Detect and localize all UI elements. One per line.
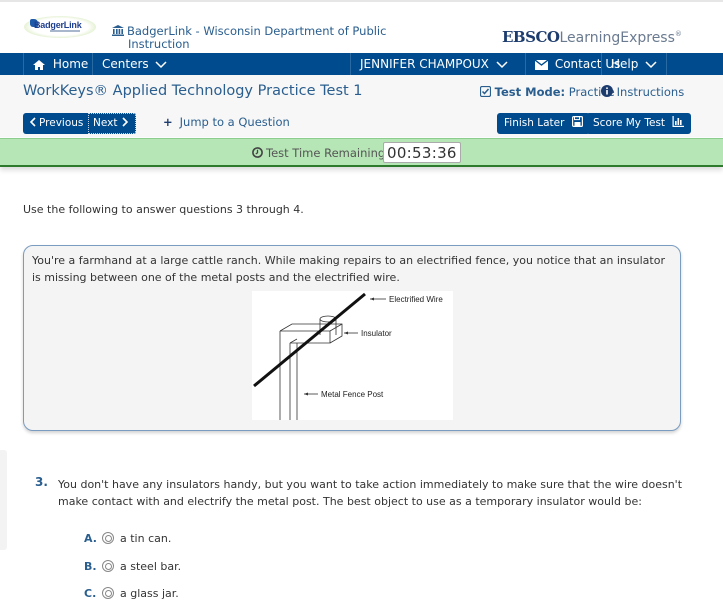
institution-icon bbox=[112, 25, 124, 36]
choice-letter: A. bbox=[84, 532, 97, 545]
question-text: You don't have any insulators handy, but… bbox=[58, 478, 683, 508]
question-number: 3. bbox=[35, 475, 48, 489]
nav-centers-label: Centers bbox=[102, 57, 149, 71]
timer-value: 00:53:36 bbox=[383, 142, 461, 163]
nav-user-menu[interactable]: JENNIFER CHAMPOUX bbox=[350, 53, 517, 75]
test-mode-indicator[interactable]: Test Mode: Practice bbox=[479, 85, 615, 99]
fence-diagram-svg: Electrified Wire Insulator Metal Fence P… bbox=[253, 292, 443, 420]
instructions-label: Instructions bbox=[616, 85, 685, 99]
nav-centers[interactable]: Centers bbox=[92, 53, 176, 75]
logo-subtext bbox=[50, 30, 80, 32]
previous-button[interactable]: Previous bbox=[23, 113, 87, 134]
electrified-wire bbox=[253, 292, 366, 388]
answer-choice-c[interactable]: C. a glass jar. bbox=[84, 585, 179, 600]
info-icon bbox=[601, 85, 613, 97]
badgerlink-logo[interactable]: BadgerLink bbox=[24, 14, 96, 40]
jump-label: Jump to a Question bbox=[179, 115, 290, 129]
jump-to-question-link[interactable]: + Jump to a Question bbox=[163, 115, 290, 129]
radio-button[interactable] bbox=[102, 587, 114, 599]
main-navbar: Home Centers JENNIFER CHAMPOUX Contact U… bbox=[0, 53, 723, 75]
chevron-down-icon bbox=[155, 60, 167, 68]
branding-header: BadgerLink BadgerLink - Wisconsin Depart… bbox=[0, 2, 723, 52]
next-label: Next bbox=[93, 117, 118, 129]
arrow-insulator-head bbox=[344, 331, 348, 335]
ebsco-logo: EBSCOLearningExpress® bbox=[502, 28, 682, 46]
test-header: WorkKeys® Applied Technology Practice Te… bbox=[0, 75, 723, 137]
arrow-wire-head bbox=[370, 297, 374, 301]
institution-line1: BadgerLink - Wisconsin Department of Pub… bbox=[127, 24, 387, 38]
timer-label: Test Time Remaining: bbox=[266, 146, 390, 160]
choice-text: a tin can. bbox=[120, 532, 172, 545]
nav-home-label: Home bbox=[52, 57, 89, 71]
post-arm bbox=[279, 323, 343, 333]
passage-text: You're a farmhand at a large cattle ranc… bbox=[32, 254, 665, 284]
answer-choice-b[interactable]: B. a steel bar. bbox=[84, 558, 181, 574]
passage-box: You're a farmhand at a large cattle ranc… bbox=[23, 245, 681, 431]
timer-label-group: Test Time Remaining: bbox=[252, 146, 389, 160]
side-panel-tab[interactable] bbox=[0, 450, 7, 550]
arrow-post-head bbox=[304, 392, 308, 396]
institution-line2: Instruction bbox=[128, 37, 190, 51]
nav-user-label: JENNIFER CHAMPOUX bbox=[360, 57, 489, 71]
choice-letter: C. bbox=[84, 587, 97, 600]
chevron-down-icon bbox=[496, 60, 508, 68]
page-title: WorkKeys® Applied Technology Practice Te… bbox=[23, 83, 363, 99]
label-electrified-wire: Electrified Wire bbox=[389, 295, 443, 304]
ebsco-logo-light: LearningExpress bbox=[559, 30, 675, 46]
previous-label: Previous bbox=[39, 117, 84, 129]
test-mode-label: Test Mode: bbox=[494, 85, 566, 99]
answer-choice-a[interactable]: A. a tin can. bbox=[84, 530, 171, 546]
fence-diagram: Electrified Wire Insulator Metal Fence P… bbox=[252, 291, 453, 420]
radio-button[interactable] bbox=[102, 532, 114, 544]
institution-name[interactable]: BadgerLink - Wisconsin Department of Pub… bbox=[112, 24, 392, 51]
next-button[interactable]: Next bbox=[88, 113, 136, 134]
nav-help[interactable]: Help bbox=[601, 53, 668, 75]
save-disk-icon bbox=[571, 116, 583, 128]
radio-button[interactable] bbox=[102, 560, 114, 572]
nav-help-label: Help bbox=[611, 57, 639, 71]
chevron-down-icon bbox=[645, 60, 657, 68]
bar-chart-icon bbox=[672, 116, 685, 127]
question-group-instruction: Use the following to answer questions 3 … bbox=[23, 203, 304, 216]
post-arm bbox=[280, 330, 331, 344]
finish-later-label: Finish Later bbox=[504, 117, 565, 129]
finish-later-button[interactable]: Finish Later bbox=[497, 113, 590, 134]
clock-icon bbox=[252, 147, 263, 158]
instructions-link[interactable]: Instructions bbox=[601, 85, 684, 99]
chevron-left-icon bbox=[29, 117, 36, 127]
nav-home[interactable]: Home bbox=[23, 53, 97, 75]
score-my-test-button[interactable]: Score My Test bbox=[586, 113, 692, 134]
home-icon bbox=[33, 59, 45, 70]
choice-text: a glass jar. bbox=[120, 587, 179, 600]
plus-icon: + bbox=[163, 115, 173, 129]
checkbox-checked-icon bbox=[479, 85, 492, 98]
label-insulator: Insulator bbox=[361, 329, 392, 338]
score-label: Score My Test bbox=[593, 117, 666, 129]
pagination-group: Previous Next bbox=[23, 113, 136, 134]
logo-text: BadgerLink bbox=[34, 20, 82, 30]
label-metal-post: Metal Fence Post bbox=[321, 390, 384, 399]
timer-bar: Test Time Remaining: 00:53:36 bbox=[0, 138, 723, 167]
ebsco-logo-bold: EBSCO bbox=[502, 28, 560, 46]
choice-text: a steel bar. bbox=[120, 560, 182, 573]
envelope-icon bbox=[534, 58, 549, 70]
registered-mark: ® bbox=[674, 30, 682, 38]
choice-letter: B. bbox=[84, 560, 97, 573]
chevron-right-icon bbox=[122, 117, 129, 127]
post-arm bbox=[289, 338, 298, 344]
